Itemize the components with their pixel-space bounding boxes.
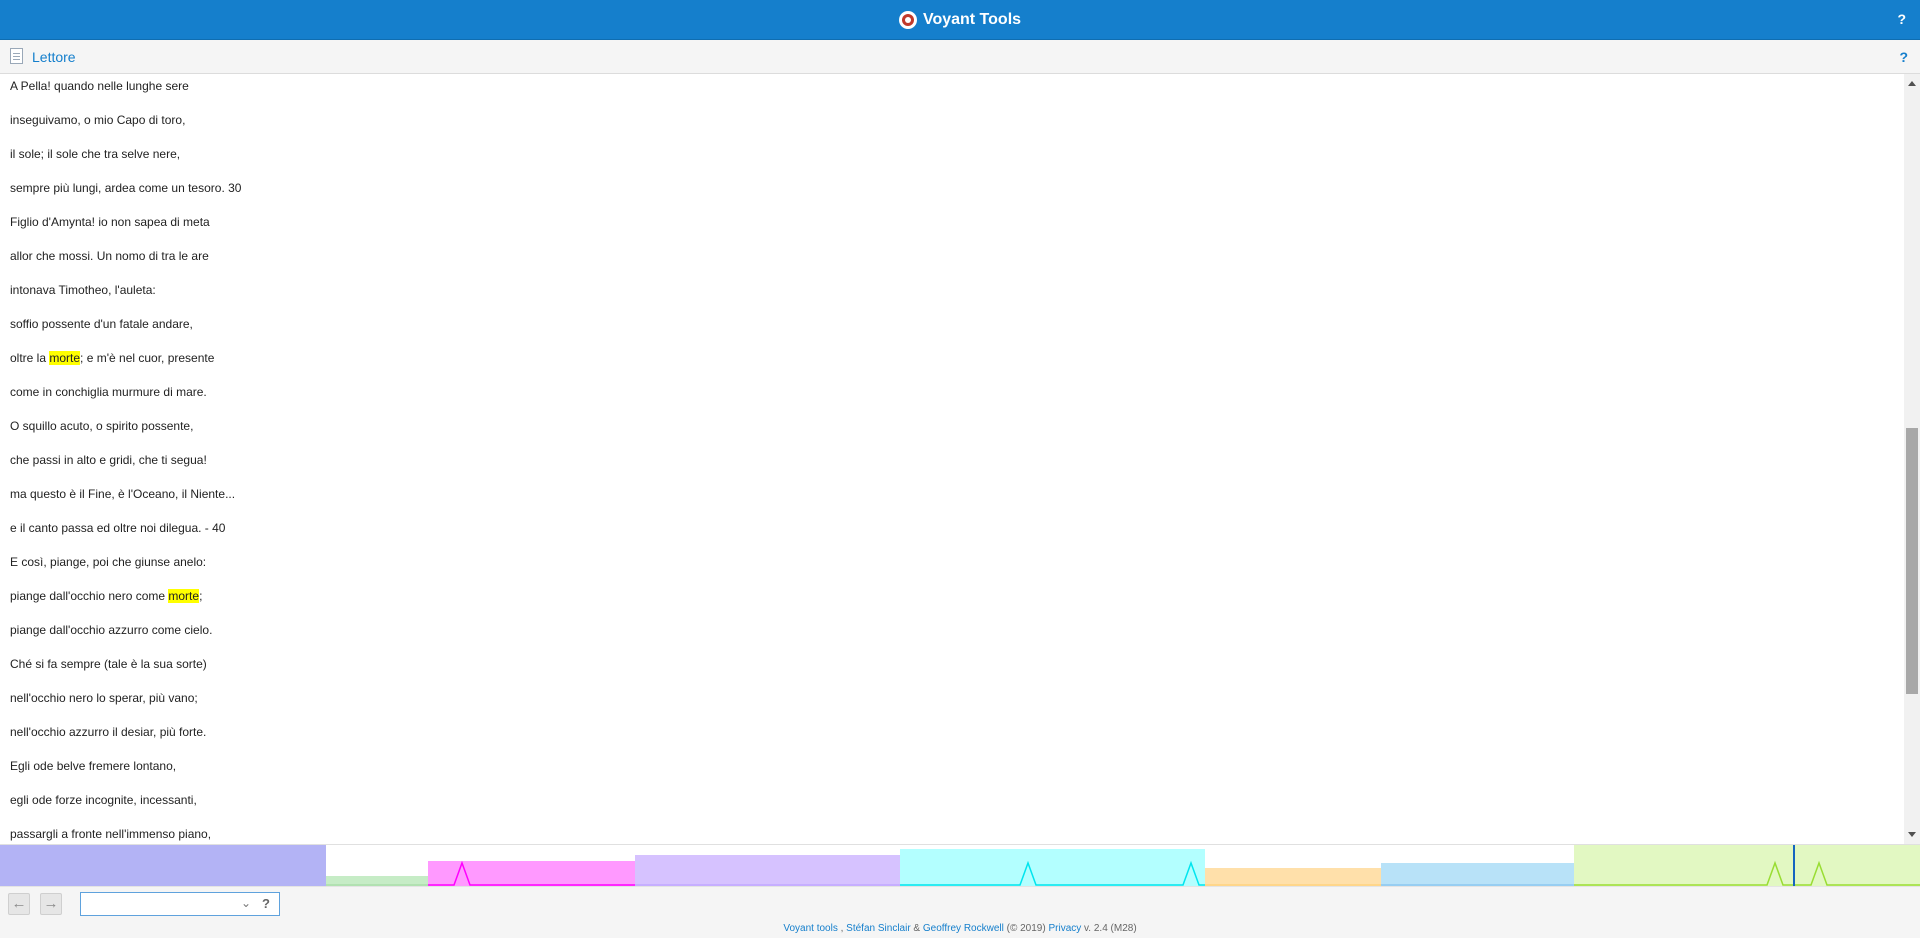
footer-link-rockwell[interactable]: Geoffrey Rockwell <box>923 923 1004 934</box>
footer-link-voyant[interactable]: Voyant tools <box>783 923 837 934</box>
panel-help-button[interactable]: ? <box>1899 49 1908 65</box>
text-line: egli ode forze incognite, incessanti, <box>10 792 197 808</box>
app-title: Voyant Tools <box>922 11 1022 28</box>
text-fragment: inseguivamo, o mio Capo di toro, <box>10 113 186 127</box>
text-line: soffio possente d'un fatale andare, <box>10 316 193 332</box>
corpus-document-strip[interactable] <box>0 844 1920 886</box>
search-box: ⌄ ? <box>80 892 280 916</box>
text-line: E così, piange, poi che giunse anelo: <box>10 554 206 570</box>
text-line: intonava Timotheo, l'auleta: <box>10 282 156 298</box>
back-button[interactable]: ← <box>8 893 30 915</box>
footer: Voyant tools , Stéfan Sinclair & Geoffre… <box>0 920 1920 938</box>
text-line: passargli a fronte nell'immenso piano, <box>10 826 211 842</box>
text-line: nell'occhio nero lo sperar, più vano; <box>10 690 198 706</box>
keyword-highlight[interactable]: morte <box>49 351 81 365</box>
voyant-logo-icon <box>898 11 917 29</box>
text-line: allor che mossi. Un nomo di tra le are <box>10 248 209 264</box>
text-fragment: piange dall'occhio nero come <box>10 589 169 603</box>
chevron-down-icon[interactable]: ⌄ <box>241 896 251 910</box>
search-help-button[interactable]: ? <box>262 896 270 911</box>
text-fragment: sempre più lungi, ardea come un tesoro. … <box>10 181 242 195</box>
footer-link-sinclair[interactable]: Stéfan Sinclair <box>846 923 910 934</box>
panel-header: Lettore ? <box>0 40 1920 74</box>
text-fragment: ma questo è il Fine, è l'Oceano, il Nien… <box>10 487 236 501</box>
text-fragment: egli ode forze incognite, incessanti, <box>10 793 197 807</box>
text-fragment: Figlio d'Amynta! io non sapea di meta <box>10 215 210 229</box>
distribution-line <box>428 860 635 886</box>
text-line: piange dall'occhio nero come morte; <box>10 588 202 604</box>
footer-link-privacy[interactable]: Privacy <box>1048 923 1081 934</box>
text-line: oltre la morte; e m'è nel cuor, presente <box>10 350 214 366</box>
text-fragment: Ché si fa sempre (tale è la sua sorte) <box>10 657 207 671</box>
distribution-line <box>900 860 1205 886</box>
text-fragment: Egli ode belve fremere lontano, <box>10 759 177 773</box>
text-fragment: soffio possente d'un fatale andare, <box>10 317 193 331</box>
text-line: Ché si fa sempre (tale è la sua sorte) <box>10 656 207 672</box>
text-line: che passi in alto e gridi, che ti segua! <box>10 452 207 468</box>
app-header: Voyant Tools ? <box>0 0 1920 40</box>
text-line: come in conchiglia murmure di mare. <box>10 384 207 400</box>
distribution-line <box>1574 860 1920 886</box>
text-fragment: oltre la <box>10 351 50 365</box>
text-fragment: allor che mossi. Un nomo di tra le are <box>10 249 209 263</box>
text-fragment: e il canto passa ed oltre noi dilegua. -… <box>10 521 226 535</box>
text-fragment: E così, piange, poi che giunse anelo: <box>10 555 207 569</box>
scroll-up-arrow-icon[interactable] <box>1908 81 1916 86</box>
footer-version: v. 2.4 (M28) <box>1081 923 1137 934</box>
text-fragment: nell'occhio azzurro il desiar, più forte… <box>10 725 207 739</box>
scroll-down-arrow-icon[interactable] <box>1908 832 1916 837</box>
text-line: inseguivamo, o mio Capo di toro, <box>10 112 185 128</box>
text-line: A Pella! quando nelle lunghe sere <box>10 78 189 94</box>
text-line: il sole; il sole che tra selve nere, <box>10 146 180 162</box>
text-fragment: che passi in alto e gridi, che ti segua! <box>10 453 207 467</box>
scrollbar-thumb[interactable] <box>1906 428 1918 694</box>
forward-button[interactable]: → <box>40 893 62 915</box>
arrow-right-icon: → <box>43 895 59 912</box>
search-input[interactable] <box>83 895 233 913</box>
text-line: nell'occhio azzurro il desiar, più forte… <box>10 724 206 740</box>
text-fragment: come in conchiglia murmure di mare. <box>10 385 207 399</box>
document-icon <box>10 48 23 64</box>
text-fragment: nell'occhio nero lo sperar, più vano; <box>10 691 198 705</box>
text-line: e il canto passa ed oltre noi dilegua. -… <box>10 520 225 536</box>
text-line: ma questo è il Fine, è l'Oceano, il Nien… <box>10 486 235 502</box>
app-root: Voyant Tools ? Lettore ? A Pella! quando… <box>0 0 1920 938</box>
text-line: sempre più lungi, ardea come un tesoro. … <box>10 180 241 196</box>
text-fragment: piange dall'occhio azzurro come cielo. <box>10 623 213 637</box>
footer-sep: , <box>837 923 847 934</box>
text-fragment: passargli a fronte nell'immenso piano, <box>10 827 212 841</box>
text-line: Egli ode belve fremere lontano, <box>10 758 176 774</box>
text-fragment: intonava Timotheo, l'auleta: <box>10 283 156 297</box>
vertical-scrollbar[interactable] <box>1904 74 1920 844</box>
panel-title: Lettore <box>32 49 76 65</box>
text-fragment: O squillo acuto, o spirito possente, <box>10 419 194 433</box>
text-line: O squillo acuto, o spirito possente, <box>10 418 193 434</box>
footer-copyright: (© 2019) <box>1003 923 1049 934</box>
footer-amp: & <box>910 923 923 934</box>
brand[interactable]: Voyant Tools <box>0 0 1920 40</box>
arrow-left-icon: ← <box>11 895 27 912</box>
text-line: piange dall'occhio azzurro come cielo. <box>10 622 212 638</box>
text-fragment: A Pella! quando nelle lunghe sere <box>10 79 189 93</box>
text-fragment: il sole; il sole che tra selve nere, <box>10 147 181 161</box>
text-fragment: ; e m'è nel cuor, presente <box>80 351 215 365</box>
keyword-highlight[interactable]: morte <box>168 589 200 603</box>
reader-toolbar: ← → ⌄ ? <box>0 886 1920 920</box>
keyword-distribution-lines <box>0 845 1920 886</box>
text-line: Figlio d'Amynta! io non sapea di meta <box>10 214 210 230</box>
app-help-button[interactable]: ? <box>1897 11 1906 27</box>
reader-text-area[interactable]: A Pella! quando nelle lunghe sere insegui… <box>0 74 1904 844</box>
text-fragment: ; <box>199 589 203 603</box>
